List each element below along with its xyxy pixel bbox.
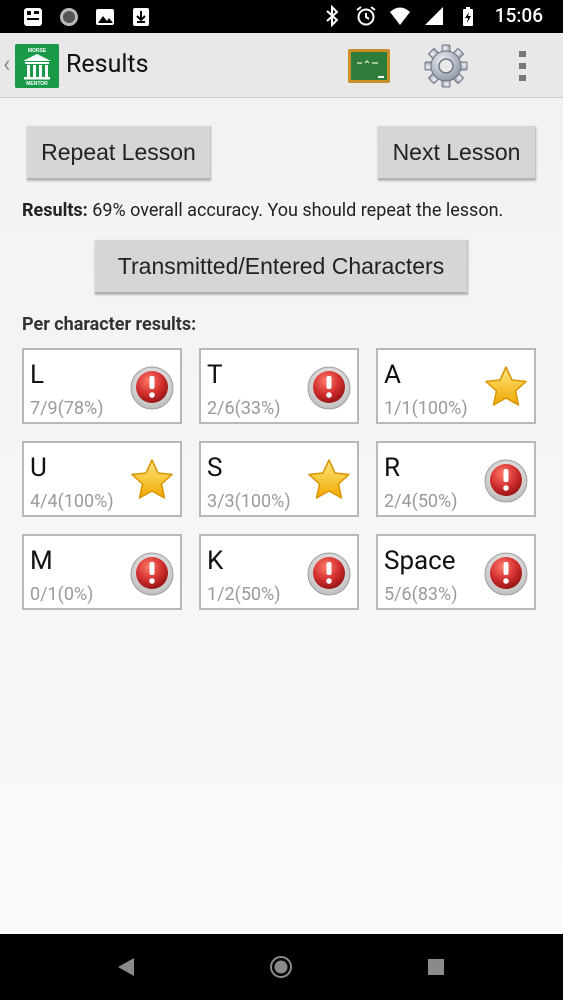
character-stat: 7/9(78%): [30, 398, 104, 419]
character-label: R: [384, 453, 401, 483]
star-icon: [306, 457, 352, 503]
download-notification-icon: [133, 8, 149, 26]
character-label: S: [207, 453, 223, 483]
signal-icon: [424, 7, 443, 25]
character-stat: 5/6(83%): [384, 584, 458, 605]
character-stat: 1/2(50%): [207, 584, 281, 605]
wifi-icon: [389, 7, 410, 25]
battery-icon: [462, 7, 473, 26]
character-stat: 3/3(100%): [207, 491, 291, 512]
character-stat: 1/1(100%): [384, 398, 468, 419]
next-lesson-button[interactable]: Next Lesson: [378, 126, 536, 180]
character-stat: 2/4(50%): [384, 491, 458, 512]
character-stat: 0/1(0%): [30, 584, 94, 605]
settings-gear-icon[interactable]: [424, 44, 468, 88]
app-notification-icon: [24, 8, 42, 26]
character-cell: T 2/6(33%): [199, 348, 359, 424]
warning-icon: [483, 550, 529, 596]
results-text: 69% overall accuracy. You should repeat …: [92, 200, 504, 221]
character-label: A: [384, 360, 401, 390]
warning-icon: [306, 550, 352, 596]
results-content: Repeat Lesson Next Lesson Results: 69% o…: [0, 98, 563, 934]
system-navigation-bar: [0, 934, 563, 1000]
character-label: T: [207, 360, 223, 390]
repeat-lesson-button[interactable]: Repeat Lesson: [27, 126, 211, 180]
character-cell: U 4/4(100%): [22, 441, 182, 517]
bluetooth-icon: [326, 5, 339, 27]
nav-recent-apps-icon[interactable]: [428, 959, 444, 975]
character-cell: S 3/3(100%): [199, 441, 359, 517]
character-cell: L 7/9(78%): [22, 348, 182, 424]
image-notification-icon: [96, 9, 114, 25]
star-icon: [129, 457, 175, 503]
character-label: M: [30, 546, 53, 576]
character-cell: M 0/1(0%): [22, 534, 182, 610]
up-navigation-icon[interactable]: ‹: [3, 51, 10, 77]
transmitted-entered-characters-button[interactable]: Transmitted/Entered Characters: [95, 240, 468, 294]
character-stat: 4/4(100%): [30, 491, 114, 512]
character-cell: K 1/2(50%): [199, 534, 359, 610]
character-stat: 2/6(33%): [207, 398, 281, 419]
character-cell: R 2/4(50%): [376, 441, 536, 517]
app-logo-icon[interactable]: MORSE MENTOR: [15, 44, 59, 88]
character-label: Space: [384, 546, 456, 576]
alarm-icon: [356, 6, 376, 26]
logo-text-top: MORSE: [28, 48, 47, 54]
per-character-results-label: Per character results:: [22, 314, 197, 335]
character-label: U: [30, 453, 47, 483]
page-title: Results: [66, 50, 149, 79]
status-bar: 15:06: [0, 0, 563, 33]
warning-icon: [306, 364, 352, 410]
clock-time: 15:06: [494, 4, 543, 27]
overflow-menu-icon[interactable]: [516, 50, 530, 82]
warning-icon: [129, 364, 175, 410]
chalkboard-icon[interactable]: [348, 49, 390, 83]
warning-icon: [129, 550, 175, 596]
character-cell: A 1/1(100%): [376, 348, 536, 424]
circle-notification-icon: [60, 8, 78, 26]
nav-home-icon[interactable]: [269, 955, 293, 979]
nav-back-icon[interactable]: [116, 956, 136, 978]
character-label: L: [30, 360, 45, 390]
results-label: Results:: [22, 200, 88, 221]
star-icon: [483, 364, 529, 410]
results-summary: Results: 69% overall accuracy. You shoul…: [22, 200, 503, 221]
logo-text-bottom: MENTOR: [26, 81, 48, 87]
character-cell: Space 5/6(83%): [376, 534, 536, 610]
character-label: K: [207, 546, 224, 576]
action-bar: ‹ MORSE MENTOR Results: [0, 33, 563, 98]
warning-icon: [483, 457, 529, 503]
